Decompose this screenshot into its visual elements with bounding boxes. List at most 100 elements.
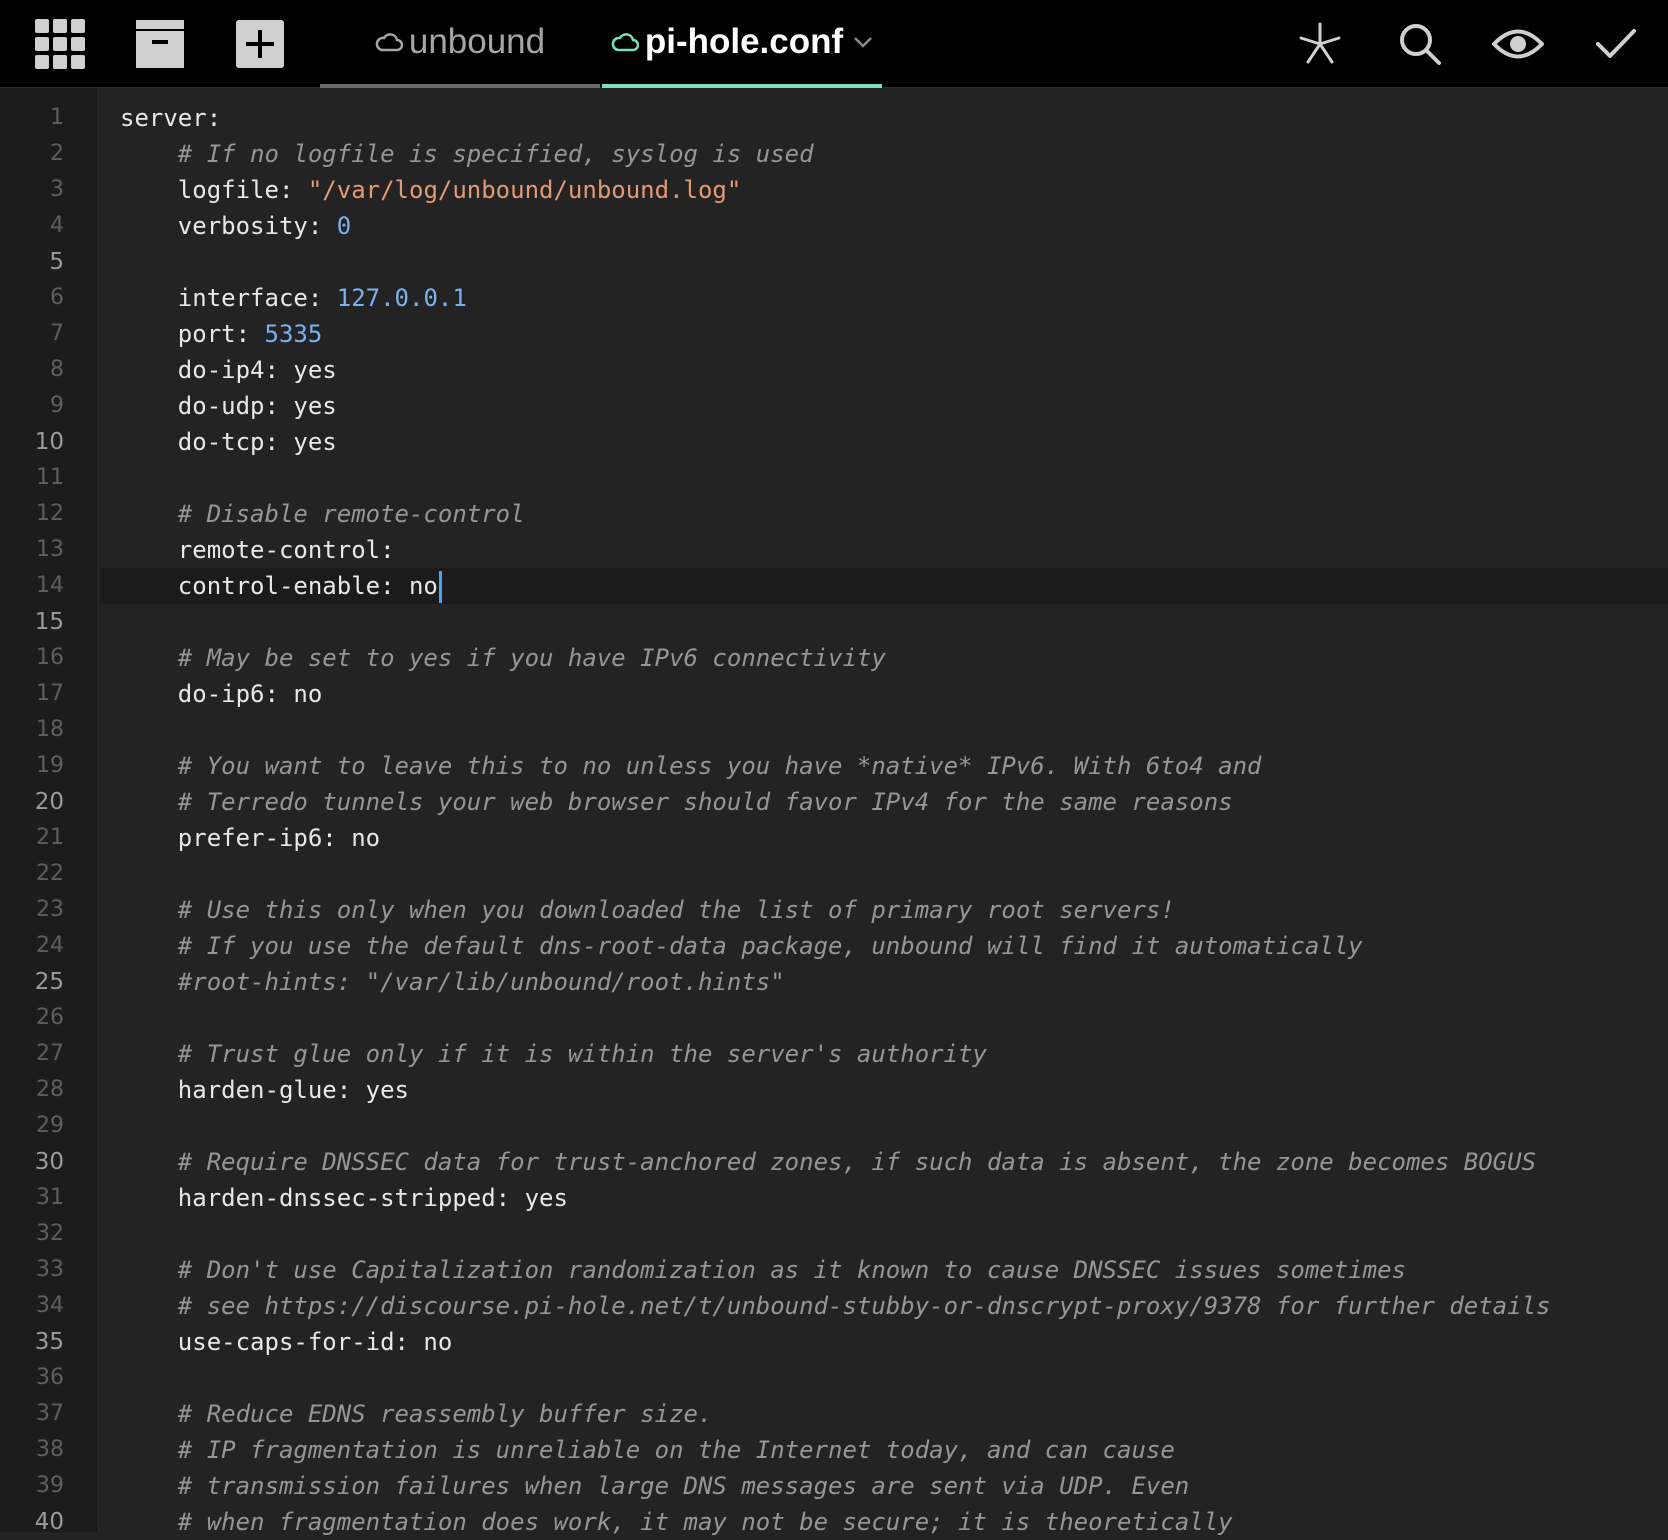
archive-icon[interactable] (128, 12, 192, 76)
code-text: port: (120, 320, 265, 348)
code-line[interactable]: # If you use the default dns-root-data p… (100, 928, 1668, 964)
line-number: 27 (36, 1041, 64, 1066)
code-comment: # Use this only when you downloaded the … (177, 896, 1175, 924)
line-number: 28 (36, 1077, 64, 1102)
code-line[interactable]: do-ip4: yes (100, 352, 1668, 388)
code-line[interactable]: verbosity: 0 (100, 208, 1668, 244)
code-line[interactable]: # If no logfile is specified, syslog is … (100, 136, 1668, 172)
code-line[interactable] (100, 244, 1668, 280)
line-number: 9 (50, 393, 64, 418)
code-line[interactable]: logfile: "/var/log/unbound/unbound.log" (100, 172, 1668, 208)
code-line[interactable] (100, 856, 1668, 892)
code-editor[interactable]: server: # If no logfile is specified, sy… (100, 88, 1668, 1536)
code-comment: # If no logfile is specified, syslog is … (177, 140, 814, 168)
grid-icon[interactable] (28, 12, 92, 76)
code-comment: # transmission failures when large DNS m… (177, 1472, 1190, 1500)
code-line[interactable]: #root-hints: "/var/lib/unbound/root.hint… (100, 964, 1668, 1000)
code-line[interactable]: port: 5335 (100, 316, 1668, 352)
code-line[interactable]: # Use this only when you downloaded the … (100, 892, 1668, 928)
code-comment: #root-hints: "/var/lib/unbound/root.hint… (177, 968, 785, 996)
line-number: 6 (50, 285, 64, 310)
code-text: do-tcp: yes (120, 428, 337, 456)
code-line[interactable]: # Don't use Capitalization randomization… (100, 1252, 1668, 1288)
line-number: 7 (50, 321, 64, 346)
search-icon[interactable] (1388, 12, 1452, 76)
line-number: 4 (50, 213, 64, 238)
code-text: do-ip4: yes (120, 356, 337, 384)
code-line[interactable]: do-udp: yes (100, 388, 1668, 424)
code-line[interactable]: control-enable: no (100, 568, 1668, 604)
code-line[interactable]: # Require DNSSEC data for trust-anchored… (100, 1144, 1668, 1180)
code-text: interface: (120, 284, 337, 312)
code-line[interactable]: # Reduce EDNS reassembly buffer size. (100, 1396, 1668, 1432)
code-comment: # Disable remote-control (177, 500, 525, 528)
line-number: 26 (36, 1005, 64, 1030)
code-line[interactable] (100, 460, 1668, 496)
code-line[interactable] (100, 1000, 1668, 1036)
chevron-down-icon[interactable] (853, 36, 873, 48)
code-line[interactable] (100, 604, 1668, 640)
code-line[interactable]: prefer-ip6: no (100, 820, 1668, 856)
line-number: 35 (34, 1329, 64, 1355)
line-number: 33 (36, 1257, 64, 1282)
code-line[interactable]: # transmission failures when large DNS m… (100, 1468, 1668, 1504)
code-comment: # IP fragmentation is unreliable on the … (177, 1436, 1175, 1464)
line-number: 16 (36, 645, 64, 670)
line-number-gutter: 1 2 3 4 5 6 7 8 9 10 11 12 13 14 15 16 17 18 19 20 21 22 23 24 2… (0, 88, 99, 1535)
code-line[interactable]: # Disable remote-control (100, 496, 1668, 532)
tab-unbound[interactable]: unbound (320, 0, 600, 88)
line-number: 37 (36, 1401, 64, 1426)
code-line[interactable] (100, 712, 1668, 748)
code-line[interactable]: # IP fragmentation is unreliable on the … (100, 1432, 1668, 1468)
code-number: 127.0.0.1 (336, 284, 467, 312)
asterisk-icon[interactable] (1288, 12, 1352, 76)
code-line[interactable]: use-caps-for-id: no (100, 1324, 1668, 1360)
line-number: 25 (34, 969, 64, 995)
line-number: 8 (50, 357, 64, 382)
code-line[interactable]: # Trust glue only if it is within the se… (100, 1036, 1668, 1072)
eye-icon[interactable] (1486, 12, 1550, 76)
code-line[interactable]: interface: 127.0.0.1 (100, 280, 1668, 316)
code-line[interactable]: # May be set to yes if you have IPv6 con… (100, 640, 1668, 676)
code-line[interactable]: harden-glue: yes (100, 1072, 1668, 1108)
code-comment: # If you use the default dns-root-data p… (177, 932, 1363, 960)
code-line[interactable] (100, 1360, 1668, 1396)
code-comment: # Don't use Capitalization randomization… (177, 1256, 1406, 1284)
line-number: 30 (34, 1149, 64, 1175)
code-comment: # see https://discourse.pi-hole.net/t/un… (177, 1292, 1551, 1320)
line-number: 29 (36, 1113, 64, 1138)
code-line[interactable]: # Terredo tunnels your web browser shoul… (100, 784, 1668, 820)
code-line[interactable]: # You want to leave this to no unless yo… (100, 748, 1668, 784)
code-line[interactable]: # when fragmentation does work, it may n… (100, 1504, 1668, 1540)
line-number: 5 (49, 249, 64, 275)
code-comment: # Trust glue only if it is within the se… (177, 1040, 987, 1068)
code-text: server: (120, 104, 222, 132)
code-line[interactable]: server: (100, 100, 1668, 136)
line-number: 39 (36, 1473, 64, 1498)
tab-pi-hole-conf[interactable]: pi-hole.conf (602, 0, 882, 88)
code-line[interactable]: # see https://discourse.pi-hole.net/t/un… (100, 1288, 1668, 1324)
line-number: 40 (34, 1509, 64, 1535)
line-number: 11 (36, 465, 64, 490)
check-icon[interactable] (1584, 12, 1648, 76)
code-line[interactable] (100, 1216, 1668, 1252)
code-line[interactable]: do-tcp: yes (100, 424, 1668, 460)
code-line[interactable] (100, 1108, 1668, 1144)
top-toolbar: unbound pi-hole.conf (0, 0, 1668, 88)
code-text: verbosity: (120, 212, 337, 240)
code-number: 0 (336, 212, 352, 240)
code-line[interactable]: harden-dnssec-stripped: yes (100, 1180, 1668, 1216)
plus-icon[interactable] (228, 12, 292, 76)
tab-label: pi-hole.conf (644, 22, 844, 61)
code-line[interactable]: do-ip6: no (100, 676, 1668, 712)
code-text: control-enable: no (120, 572, 438, 600)
code-text: harden-dnssec-stripped: yes (120, 1184, 568, 1212)
code-line[interactable]: remote-control: (100, 532, 1668, 568)
code-text: prefer-ip6: no (120, 824, 381, 852)
